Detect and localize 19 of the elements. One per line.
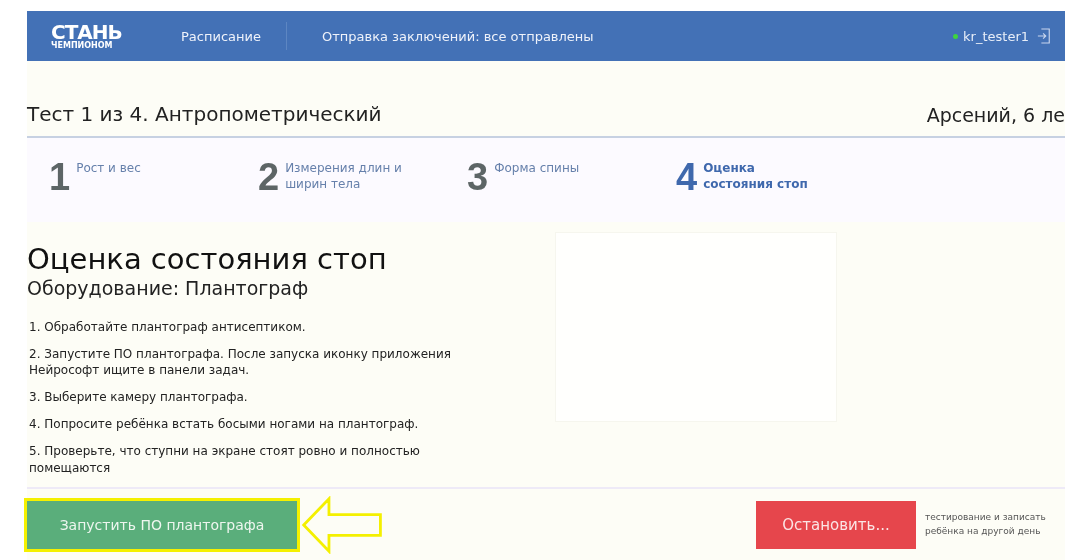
logo[interactable]: СТАНЬ ЧЕМПИОНОМ [51,22,141,50]
nav-link[interactable]: Отправка заключений: все отправлены [321,28,594,44]
logo-subtitle: ЧЕМПИОНОМ [51,42,114,50]
instruction-step: 2. Запустите ПО плантографа. После запуска иконку приложения Нейрософт ищите в панели задач. [27,345,489,380]
launch-button[interactable]: Запустить ПО плантографа [27,500,297,549]
stop-note: тестирование и записать ребёнка на другой день [925,511,1047,538]
instruction-step: 3. Выберите камеру плантографа. [27,389,489,406]
section-title: Оценка состояния стоп [27,242,388,277]
child-name: Арсений, 6 ле [926,104,1065,126]
instruction-step: 5. Проверьте, что ступни на экране стоят ровно и полностью помещаются [27,442,489,477]
logo-title: СТАНЬ [51,22,123,42]
stop-button[interactable]: Остановить... [756,500,916,549]
user-name: kr_tester1 [963,28,1029,44]
equipment-label: Оборудование: Плантограф [27,276,310,299]
test-title: Тест 1 из 4. Антропометрический [27,102,382,126]
nav-link[interactable]: Расписание [181,28,261,44]
instruction-step: 4. Попросите ребёнка встать босыми ногами на плантограф. [27,416,489,433]
instruction-step: 1. Обработайте плантограф антисептиком. [27,318,489,336]
logout-icon[interactable] [1037,28,1051,44]
